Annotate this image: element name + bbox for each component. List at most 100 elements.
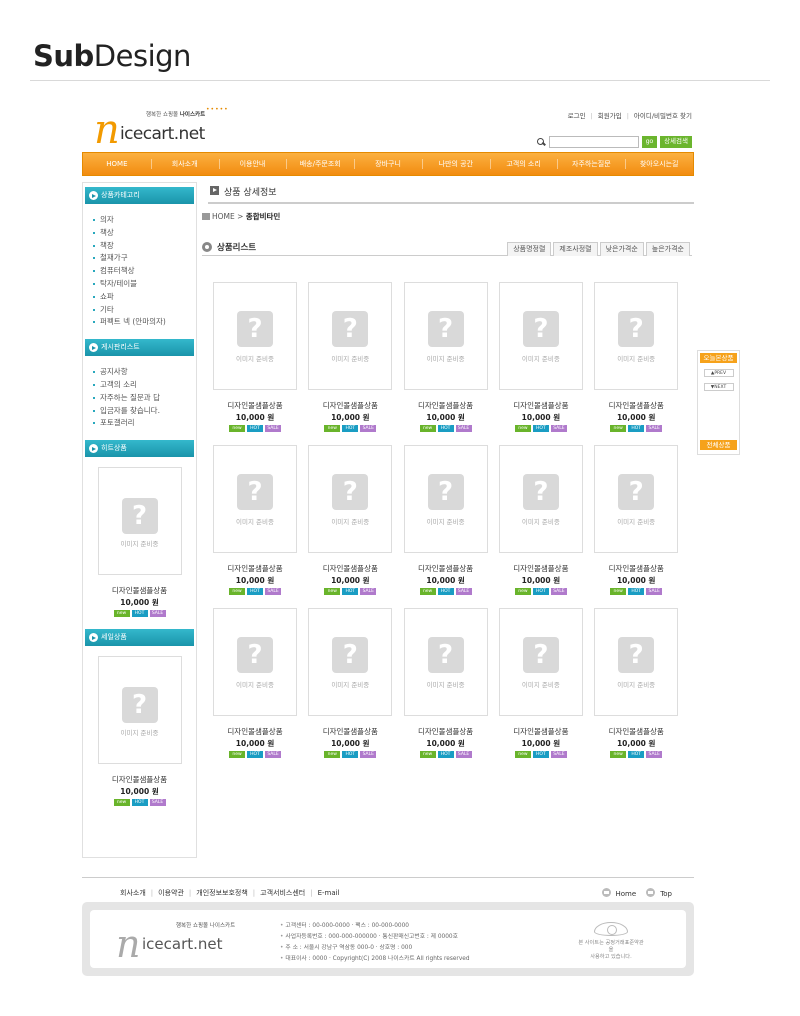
tab-sort-maker[interactable]: 제조사정렬 (553, 242, 598, 256)
join-link[interactable]: 회원가입 (598, 112, 622, 120)
product-name[interactable]: 디자인몰샘플상품 (499, 726, 583, 737)
top-button[interactable]: Top (646, 888, 672, 898)
product-image[interactable]: ? 이미지 준비중 (213, 445, 297, 553)
all-products-button[interactable]: 전체상품 (700, 440, 737, 450)
product-name[interactable]: 디자인몰샘플상품 (98, 774, 182, 785)
product-card[interactable]: ? 이미지 준비중 디자인몰샘플상품 10,000 원 new HOT SALE (213, 608, 297, 758)
product-card[interactable]: ? 이미지 준비중 디자인몰샘플상품 10,000 원 new HOT SALE (308, 282, 393, 432)
product-image[interactable]: ? 이미지 준비중 (213, 282, 297, 390)
product-image[interactable]: ? 이미지 준비중 (97, 656, 182, 765)
product-image[interactable]: ? 이미지 준비중 (308, 608, 393, 716)
sidebar-item-steel-furniture[interactable]: 철재가구 (93, 252, 196, 265)
next-button[interactable]: ▼NEXT (703, 383, 734, 391)
breadcrumb-home[interactable]: HOME > (212, 212, 243, 221)
product-name[interactable]: 디자인몰샘플상품 (404, 400, 488, 411)
search-input[interactable] (548, 136, 639, 148)
sidebar-item-depositor[interactable]: 입금자를 찾습니다. (93, 405, 196, 418)
product-card[interactable]: ? 이미지 준비중 디자인몰샘플상품 10,000 원 new HOT SALE (308, 445, 393, 595)
product-name[interactable]: 디자인몰샘플상품 (594, 400, 678, 411)
product-image[interactable]: ? 이미지 준비중 (594, 445, 679, 553)
nav-cart[interactable]: 장바구니 (354, 153, 422, 175)
product-name[interactable]: 디자인몰샘플상품 (308, 726, 392, 737)
nav-guide[interactable]: 이용안내 (218, 153, 287, 175)
product-image[interactable]: ? 이미지 준비중 (498, 608, 583, 716)
product-card[interactable]: ? 이미지 준비중 디자인몰샘플상품 10,000 원 new HOT SALE (594, 282, 679, 432)
product-image[interactable]: ? 이미지 준비중 (498, 282, 583, 390)
product-name[interactable]: 디자인몰샘플상품 (213, 400, 297, 411)
sidebar-item-desk[interactable]: 책상 (93, 227, 196, 240)
footer-link-terms[interactable]: 이용약관 (158, 889, 184, 897)
sidebar-item-sofa[interactable]: 쇼파 (93, 291, 196, 304)
search-go-button[interactable]: go (641, 136, 658, 148)
nav-voice[interactable]: 고객의 소리 (489, 153, 558, 175)
product-card[interactable]: ? 이미지 준비중 디자인몰샘플상품 10,000 원 new HOT SALE (498, 608, 583, 758)
product-image[interactable]: ? 이미지 준비중 (403, 282, 488, 390)
product-card[interactable]: ? 이미지 준비중 디자인몰샘플상품 10,000 원 new HOT SALE (498, 282, 583, 432)
login-link[interactable]: 로그인 (568, 112, 586, 120)
footer-logo[interactable]: 행복한 쇼핑몰 나이스카트 n icecart.net (112, 915, 262, 963)
product-name[interactable]: 디자인몰샘플상품 (308, 563, 392, 574)
sidebar-item-table[interactable]: 탁자/테이블 (93, 278, 196, 291)
sidebar-item-massage-chair[interactable]: 퍼펙트 넥 (안마의자) (93, 316, 196, 329)
product-name[interactable]: 디자인몰샘플상품 (594, 726, 678, 737)
product-card[interactable]: ? 이미지 준비중 디자인몰샘플상품 10,000 원 new HOT SALE (594, 445, 679, 595)
prev-button[interactable]: ▲PREV (703, 369, 734, 377)
product-name[interactable]: 디자인몰샘플상품 (308, 400, 392, 411)
product-name[interactable]: 디자인몰샘플상품 (499, 400, 583, 411)
find-account-link[interactable]: 아이디/비밀번호 찾기 (634, 112, 692, 120)
product-card[interactable]: ? 이미지 준비중 디자인몰샘플상품 10,000 원 new HOT SALE (403, 608, 488, 758)
sale-product[interactable]: ? 이미지 준비중 디자인몰샘플상품 10,000 원 new HOT SALE (97, 656, 182, 807)
product-image[interactable]: ? 이미지 준비중 (403, 608, 488, 716)
product-image[interactable]: ? 이미지 준비중 (594, 282, 679, 390)
tab-sort-low-price[interactable]: 낮은가격순 (599, 242, 644, 256)
product-name[interactable]: 디자인몰샘플상품 (499, 563, 583, 574)
product-name[interactable]: 디자인몰샘플상품 (213, 563, 297, 574)
nav-home[interactable]: HOME (83, 153, 151, 175)
product-image[interactable]: ? 이미지 준비중 (97, 467, 182, 576)
product-name[interactable]: 디자인몰샘플상품 (404, 726, 488, 737)
sidebar-item-etc[interactable]: 기타 (93, 304, 196, 317)
home-icon (601, 888, 611, 897)
product-image[interactable]: ? 이미지 준비중 (498, 445, 583, 553)
product-card[interactable]: ? 이미지 준비중 디자인몰샘플상품 10,000 원 new HOT SALE (308, 608, 393, 758)
product-image[interactable]: ? 이미지 준비중 (213, 608, 297, 716)
nav-mypage[interactable]: 나만의 공간 (421, 153, 490, 175)
nav-faq[interactable]: 자주하는질문 (557, 153, 625, 175)
product-image[interactable]: ? 이미지 준비중 (403, 445, 488, 553)
product-card[interactable]: ? 이미지 준비중 디자인몰샘플상품 10,000 원 new HOT SALE (403, 282, 488, 432)
tab-sort-high-price[interactable]: 높은가격순 (645, 242, 690, 256)
product-card[interactable]: ? 이미지 준비중 디자인몰샘플상품 10,000 원 new HOT SALE (213, 282, 297, 432)
product-image[interactable]: ? 이미지 준비중 (308, 445, 393, 553)
home-button[interactable]: Home (601, 888, 636, 898)
sidebar-item-chair[interactable]: 의자 (93, 214, 196, 227)
nav-delivery[interactable]: 배송/주문조회 (286, 153, 354, 175)
footer-link-service[interactable]: 고객서비스센터 (260, 889, 305, 897)
product-card[interactable]: ? 이미지 준비중 디자인몰샘플상품 10,000 원 new HOT SALE (213, 445, 297, 595)
site-logo[interactable]: 행복한 쇼핑몰 나이스카트 ••••• n icecart.net (94, 106, 254, 153)
nav-company[interactable]: 회사소개 (150, 153, 219, 175)
logo-letter: n (94, 107, 120, 153)
product-image[interactable]: ? 이미지 준비중 (594, 608, 679, 716)
footer-link-email[interactable]: E-mail (318, 889, 340, 897)
sidebar-item-gallery[interactable]: 포토갤러리 (93, 417, 196, 430)
nav-location[interactable]: 찾아오시는길 (625, 153, 693, 175)
sidebar-item-bookcase[interactable]: 책장 (93, 240, 196, 253)
product-name[interactable]: 디자인몰샘플상품 (98, 585, 182, 596)
sidebar-item-notice[interactable]: 공지사항 (93, 366, 196, 379)
sidebar-item-faq[interactable]: 자주하는 질문과 답 (93, 392, 196, 405)
hit-product[interactable]: ? 이미지 준비중 디자인몰샘플상품 10,000 원 new HOT SALE (97, 467, 182, 618)
sidebar-item-voice[interactable]: 고객의 소리 (93, 379, 196, 392)
tab-sort-name[interactable]: 상품명정렬 (507, 242, 552, 256)
footer-link-company[interactable]: 회사소개 (120, 889, 146, 897)
product-name[interactable]: 디자인몰샘플상품 (213, 726, 297, 737)
sidebar-item-computer-desk[interactable]: 컴퓨터책상 (93, 265, 196, 278)
footer-link-privacy[interactable]: 개인정보보호정책 (196, 889, 248, 897)
product-name[interactable]: 디자인몰샘플상품 (404, 563, 488, 574)
detail-search-button[interactable]: 상세검색 (660, 136, 692, 148)
product-card[interactable]: ? 이미지 준비중 디자인몰샘플상품 10,000 원 new HOT SALE (498, 445, 583, 595)
sale-badge: SALE (550, 425, 567, 432)
product-card[interactable]: ? 이미지 준비중 디자인몰샘플상품 10,000 원 new HOT SALE (403, 445, 488, 595)
product-card[interactable]: ? 이미지 준비중 디자인몰샘플상품 10,000 원 new HOT SALE (594, 608, 679, 758)
product-image[interactable]: ? 이미지 준비중 (308, 282, 393, 390)
product-name[interactable]: 디자인몰샘플상품 (594, 563, 678, 574)
